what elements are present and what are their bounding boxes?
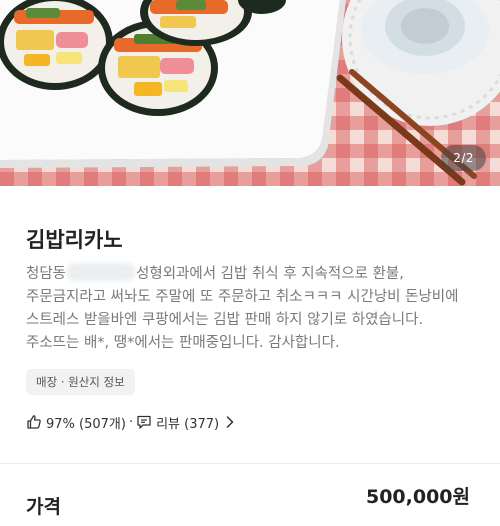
description-line: 주문금지라고 써놔도 주말에 또 주문하고 취소ㅋㅋㅋ 시간낭비 돈낭비에: [26, 289, 459, 305]
product-title: 김밥리카노: [26, 228, 123, 252]
image-page-indicator: 2/2: [441, 145, 486, 171]
price-value: 500,000원: [365, 486, 470, 508]
description-line: 주소뜨는 배*, 땡*에서는 판매중입니다. 감사합니다.: [26, 335, 340, 351]
thumbs-up-icon: [26, 414, 42, 430]
speech-bubble-icon: [136, 414, 152, 430]
blurred-text: [66, 263, 137, 281]
chevron-right-icon: [225, 415, 235, 429]
hero-image-carousel[interactable]: 2/2: [0, 0, 500, 186]
price-label: 가격: [26, 496, 61, 518]
store-origin-info-button[interactable]: 매장 · 원산지 정보: [26, 369, 135, 395]
product-description: 청담동 성형외과에서 김밥 취식 후 지속적으로 환불, 주문금지라고 써놔도 주…: [26, 263, 481, 355]
description-line: 청담동 성형외과에서 김밥 취식 후 지속적으로 환불,: [26, 263, 481, 286]
section-divider: [0, 463, 500, 464]
review-count: 리뷰 (377): [156, 416, 220, 432]
description-line: 스트레스 받을바엔 쿠팡에서는 김밥 판매 하지 않기로 하였습니다.: [26, 312, 424, 328]
rating-text: 97% (507개): [46, 416, 126, 432]
gimbap-photo: [0, 0, 500, 186]
rating-review-row[interactable]: 97% (507개) · 리뷰 (377): [26, 411, 235, 433]
separator: ·: [128, 414, 134, 430]
